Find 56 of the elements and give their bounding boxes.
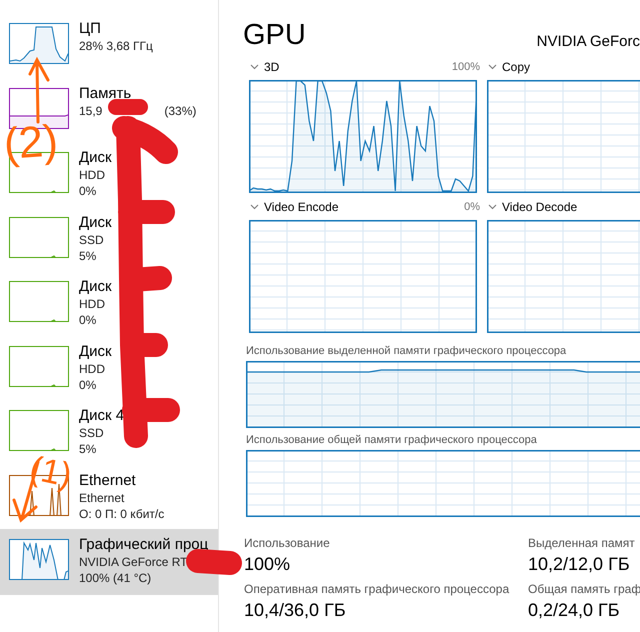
item-detail: 28% 3,68 ГГц — [79, 38, 153, 54]
engine-label: Video Encode — [264, 199, 340, 216]
chevron-down-icon[interactable] — [488, 64, 497, 70]
item-title: Диск — [79, 214, 112, 232]
stat-value: 10,2/12,0 ГБ — [528, 553, 631, 576]
chevron-down-icon[interactable] — [250, 64, 259, 70]
usage-graph-icon — [9, 216, 69, 258]
usage-graph-icon — [9, 410, 69, 451]
item-title: Память — [79, 84, 132, 102]
item-title: Диск — [79, 149, 112, 167]
item-detail: (33%) — [164, 102, 196, 118]
item-detail: NVIDIA GeForce RT — [79, 554, 188, 570]
stat-value: 10,4/36,0 ГБ — [244, 599, 347, 622]
item-title: Диск — [79, 278, 112, 296]
item-detail: 5% — [79, 441, 96, 457]
item-title: Диск 4 — [79, 407, 124, 425]
stat-label: Выделенная памят — [528, 535, 636, 551]
selected-sidebar-item[interactable]: Графический проц NVIDIA GeForce RT 100% (41 °C) — [0, 529, 218, 595]
item-detail: HDD — [79, 296, 105, 312]
item-detail: 5% — [79, 248, 96, 264]
item-title: ЦП — [79, 20, 102, 38]
usage-graph-icon — [9, 346, 69, 386]
usage-graph-icon — [9, 539, 69, 580]
usage-graph-icon — [9, 281, 69, 322]
item-detail: 0% — [79, 312, 96, 328]
item-title: Графический проц — [79, 536, 208, 554]
engine-label: 3D — [264, 59, 280, 76]
item-title: Ethernet — [79, 472, 137, 490]
stat-value: 0,2/24,0 ГБ — [528, 599, 621, 622]
item-detail: 0% — [79, 376, 96, 392]
item-detail: О: 0 П: 0 кбит/с — [79, 506, 164, 522]
stat-label: Оперативная память графического процессора — [244, 581, 510, 597]
engine-reading: 0% — [464, 200, 480, 215]
engine-label: Video Decode — [502, 199, 578, 216]
item-detail: 100% (41 °C) — [79, 570, 152, 586]
chart-label: Использование выделенной памяти графического процессора — [246, 344, 568, 358]
chevron-down-icon[interactable] — [250, 204, 259, 210]
item-detail: HDD — [79, 360, 105, 376]
stat-label: Использование — [244, 535, 331, 551]
item-detail: 15,9 — [79, 102, 102, 118]
chevron-down-icon[interactable] — [488, 204, 497, 210]
handwritten-note: (2) — [2, 116, 60, 170]
device-name: NVIDIA GeForc — [536, 32, 640, 52]
item-title: Диск — [79, 342, 112, 360]
stat-value: 100% — [244, 553, 292, 576]
chart-label: Использование общей памяти графического процессора — [246, 433, 538, 447]
item-detail: SSD — [79, 232, 104, 248]
page-title: GPU — [243, 18, 306, 52]
item-detail: HDD — [79, 167, 105, 183]
usage-graph-icon — [9, 23, 69, 64]
item-detail: SSD — [79, 425, 104, 441]
engine-label: Copy — [502, 59, 532, 76]
arrow-drawing — [28, 56, 50, 124]
item-detail: Ethernet — [79, 490, 124, 506]
engine-reading: 100% — [452, 60, 480, 75]
item-detail: 0% — [79, 183, 96, 199]
